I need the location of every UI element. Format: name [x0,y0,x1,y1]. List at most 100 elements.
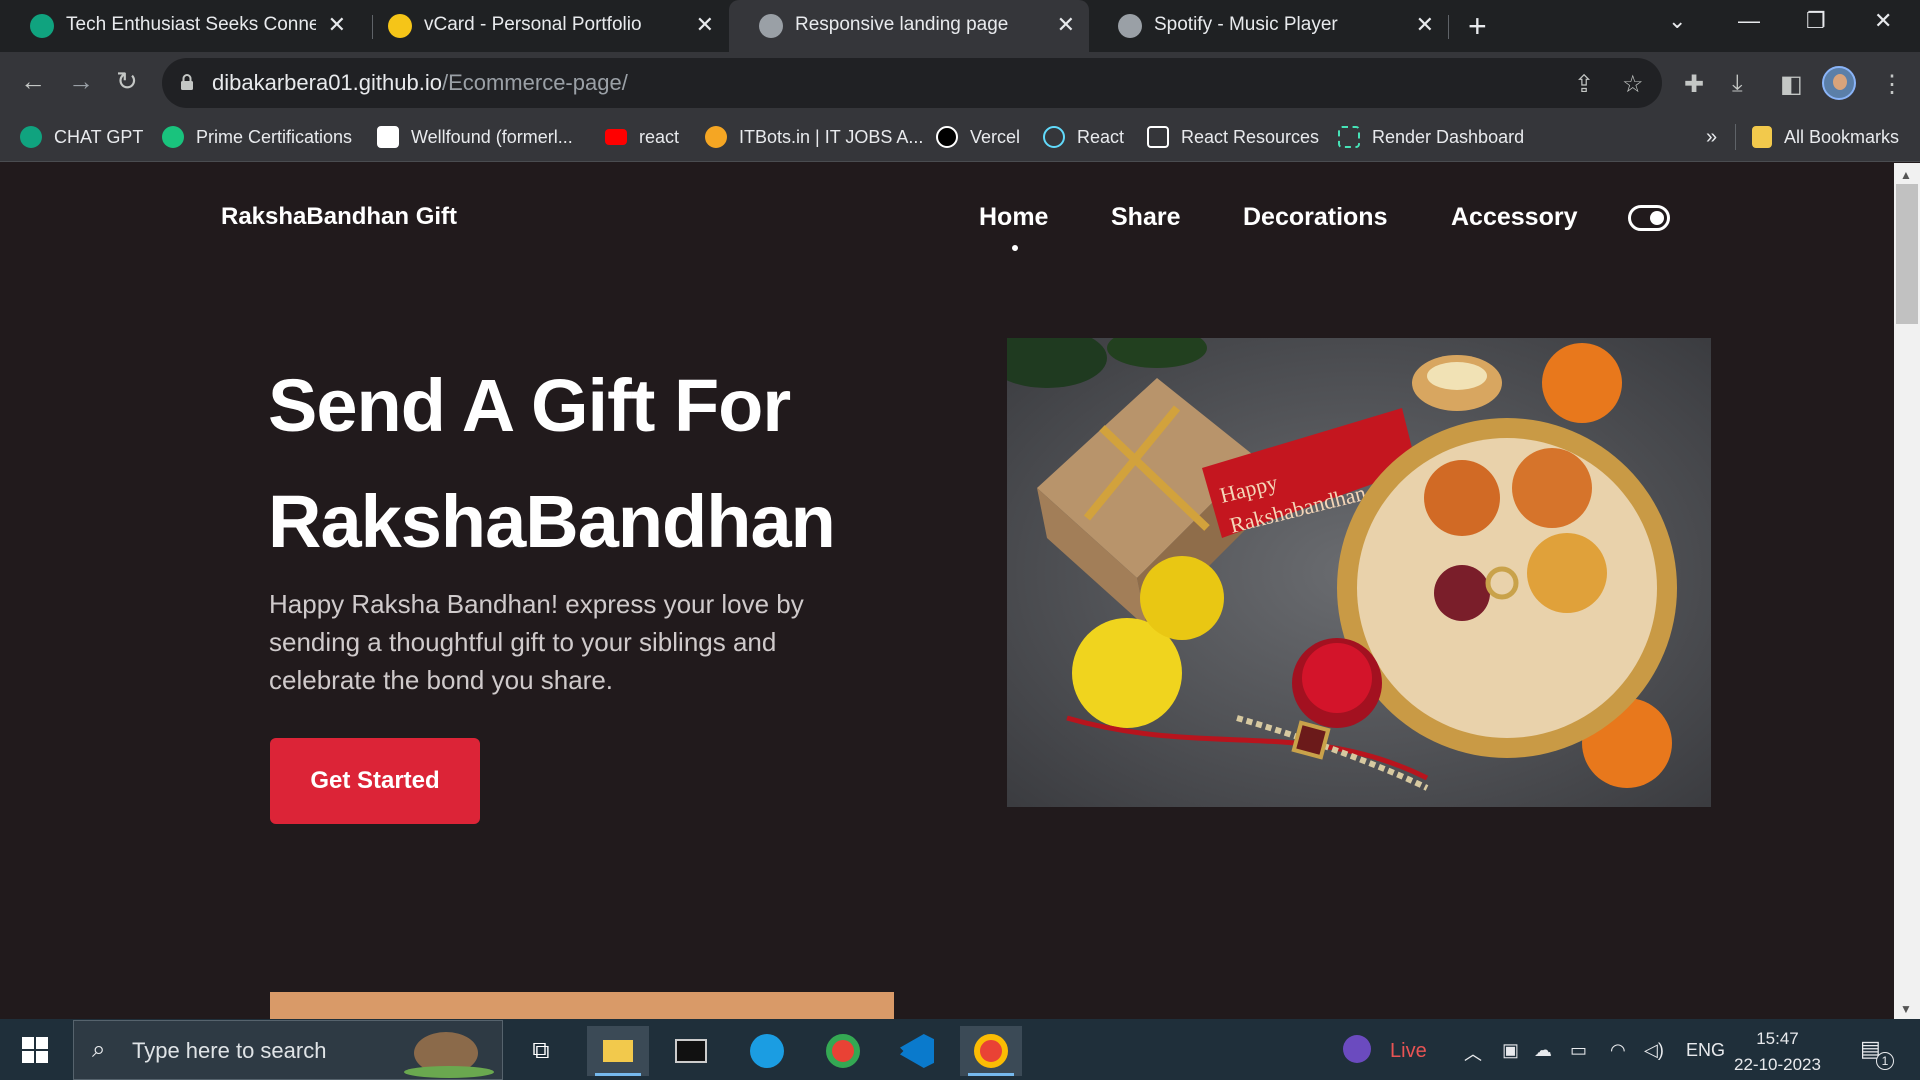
wifi-icon[interactable]: ◠ [1610,1040,1626,1061]
minimize-button[interactable]: — [1738,8,1760,34]
tab-separator [1448,15,1449,39]
bookmark-prime-certifications[interactable]: Prime Certifications [162,122,352,152]
onedrive-icon[interactable]: ☁ [1534,1040,1552,1061]
scroll-down-icon[interactable]: ▼ [1900,1002,1912,1016]
share-icon[interactable]: ⇪ [1574,70,1594,99]
hero-title-line2: RakshaBandhan [268,480,836,563]
task-view-icon[interactable]: ⧉ [510,1026,572,1076]
globe-icon [1118,14,1142,38]
star-icon[interactable]: ☆ [1622,70,1644,99]
bookmark-itbots[interactable]: ITBots.in | IT JOBS A... [705,122,923,152]
nav-active-indicator [1012,245,1018,251]
chatgpt-icon [20,126,42,148]
scroll-up-icon[interactable]: ▲ [1900,168,1912,182]
url-host: dibakarbera01.github.io [212,70,442,95]
url-text[interactable]: dibakarbera01.github.io/Ecommerce-page/ [212,70,628,96]
terminal-icon[interactable] [660,1026,722,1076]
clock-time: 15:47 [1756,1029,1799,1048]
theme-toggle[interactable] [1628,205,1670,231]
bookmark-label: React Resources [1181,126,1320,147]
side-panel-icon[interactable]: ◧ [1780,70,1803,99]
edge-icon[interactable] [736,1026,798,1076]
tab-chatgpt[interactable]: Tech Enthusiast Seeks Connectio ✕ [0,0,360,52]
live-icon[interactable] [1343,1035,1371,1068]
close-icon[interactable]: ✕ [328,12,346,38]
bookmark-react-youtube[interactable]: react [605,122,679,152]
notification-badge: 1 [1876,1052,1894,1070]
notion-icon [1147,126,1169,148]
bookmarks-separator [1735,124,1736,150]
back-icon[interactable]: ← [20,66,46,97]
bookmark-label: Wellfound (formerl... [411,126,573,147]
tab-title: Responsive landing page [795,14,1009,35]
close-window-button[interactable]: ✕ [1874,8,1892,34]
meet-icon[interactable]: ▣ [1502,1040,1519,1061]
close-icon[interactable]: ✕ [1057,12,1075,38]
toggle-knob [1650,211,1664,225]
close-icon[interactable]: ✕ [696,12,714,38]
profile-avatar[interactable] [1822,66,1856,100]
new-tab-button[interactable]: + [1468,8,1487,45]
bookmark-label: Prime Certifications [196,126,353,147]
taskbar-clock[interactable]: 15:47 22-10-2023 [1734,1026,1821,1078]
vcard-icon [388,14,412,38]
tab-spotify[interactable]: Spotify - Music Player ✕ [1088,0,1448,52]
rakhi-thali-illustration: Happy Rakshabandhan [1007,338,1711,807]
chrome-profile-icon[interactable] [960,1026,1022,1076]
windows-start-icon[interactable] [22,1037,48,1063]
nav-share[interactable]: Share [1111,203,1180,232]
chatgpt-icon [30,14,54,38]
tab-title: vCard - Personal Portfolio [424,14,642,35]
restore-button[interactable]: ❐ [1806,8,1826,34]
close-icon[interactable]: ✕ [1416,12,1434,38]
itbots-icon [705,126,727,148]
chrome-icon[interactable] [812,1026,874,1076]
tab-title: Tech Enthusiast Seeks Connectio [66,14,316,35]
tray-chevron-icon[interactable]: ︿ [1464,1040,1482,1066]
nav-home[interactable]: Home [979,203,1048,232]
globe-icon [759,14,783,38]
bookmark-chatgpt[interactable]: CHAT GPT [20,122,143,152]
nav-accessory[interactable]: Accessory [1451,203,1577,232]
get-started-button[interactable]: Get Started [270,738,480,824]
bookmark-wellfound[interactable]: Wellfound (formerl... [377,122,573,152]
wellfound-icon [377,126,399,148]
vscode-icon[interactable] [886,1026,948,1076]
all-bookmarks-folder[interactable]: All Bookmarks [1752,122,1899,152]
bookmark-react-resources[interactable]: React Resources [1147,122,1319,152]
folder-icon [1752,126,1772,148]
site-logo[interactable]: RakshaBandhan Gift [221,203,457,231]
file-explorer-icon[interactable] [587,1026,649,1076]
taskbar-search-placeholder: Type here to search [132,1038,327,1063]
bookmark-react[interactable]: React [1043,122,1124,152]
live-label[interactable]: Live [1390,1040,1427,1063]
bookmark-label: Vercel [970,126,1021,147]
hero-title: Send A Gift For RakshaBandhan [268,348,968,580]
bookmark-label: All Bookmarks [1784,126,1900,147]
download-icon[interactable]: ⤓ [1732,70,1743,98]
battery-icon[interactable]: ▭ [1570,1040,1587,1061]
prime-icon [162,126,184,148]
search-icon: ⌕ [92,1036,106,1063]
bookmark-label: ITBots.in | IT JOBS A... [739,126,924,147]
bookmark-label: Render Dashboard [1372,126,1525,147]
next-section-preview [270,992,894,1022]
tab-responsive-landing[interactable]: Responsive landing page ✕ [729,0,1089,52]
more-menu-icon[interactable]: ⋮ [1880,70,1904,99]
reload-icon[interactable]: ↻ [116,66,138,97]
tab-vcard[interactable]: vCard - Personal Portfolio ✕ [358,0,728,52]
volume-icon[interactable]: ◁) [1644,1040,1664,1061]
bookmark-label: react [639,126,680,147]
extensions-icon[interactable]: ✚ [1684,70,1704,99]
bookmarks-overflow-button[interactable]: » [1706,122,1717,152]
tab-search-chevron-icon[interactable]: ⌄ [1668,8,1686,34]
language-indicator[interactable]: ENG [1686,1040,1725,1061]
bookmark-render-dashboard[interactable]: Render Dashboard [1338,122,1524,152]
hero-description: Happy Raksha Bandhan! express your love … [269,589,804,695]
clock-date: 22-10-2023 [1734,1055,1821,1074]
scrollbar-thumb[interactable] [1896,184,1918,324]
forward-icon[interactable]: → [68,66,94,97]
youtube-icon [605,129,627,145]
bookmark-vercel[interactable]: Vercel [936,122,1020,152]
nav-decorations[interactable]: Decorations [1243,203,1387,232]
